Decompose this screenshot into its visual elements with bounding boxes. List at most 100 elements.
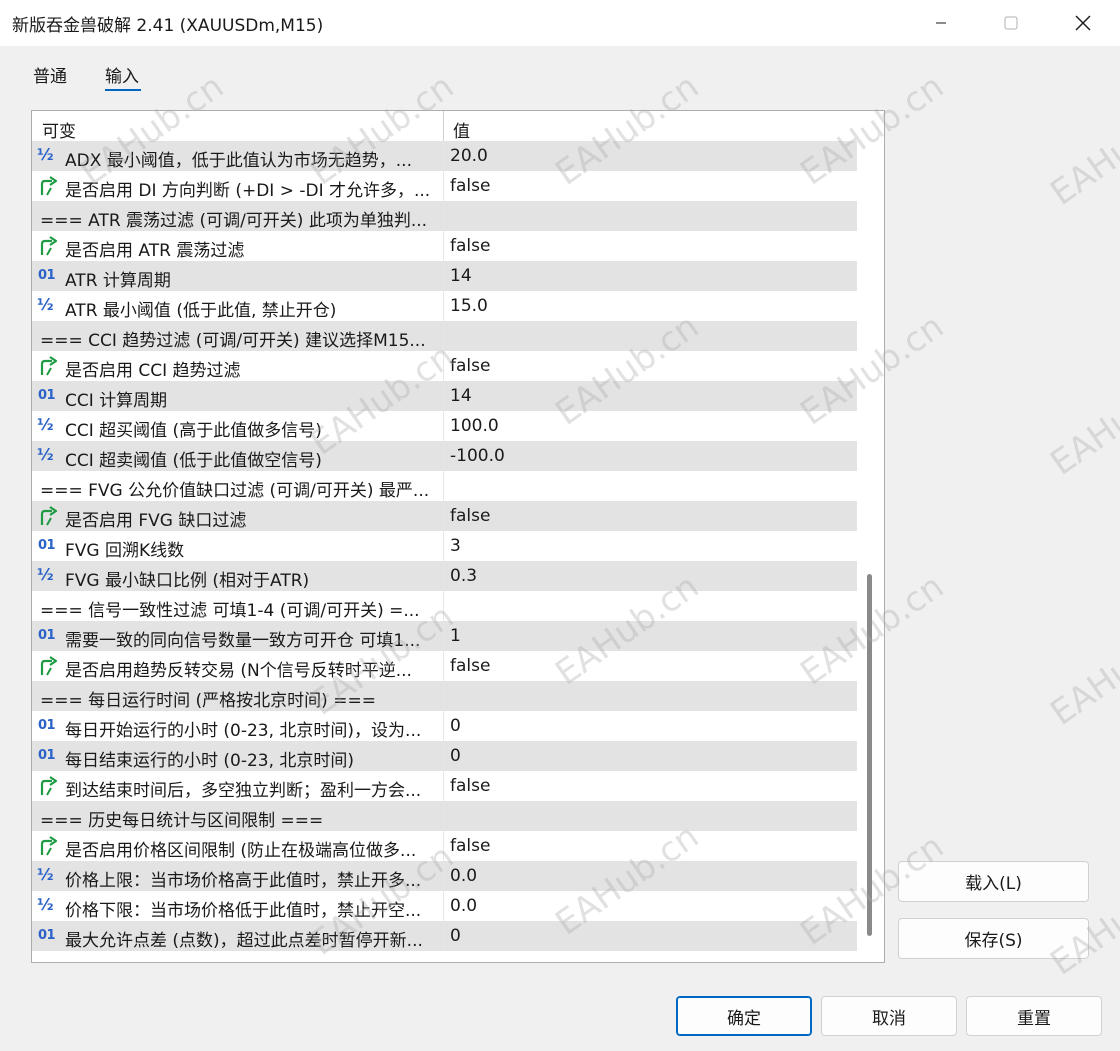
param-name: CCI 超买阈值 (高于此值做多信号): [65, 421, 322, 441]
reset-button[interactable]: 重置: [966, 996, 1102, 1036]
title-bar: 新版吞金兽破解 2.41 (XAUUSDm,M15): [0, 0, 1120, 46]
param-value[interactable]: 14: [450, 266, 472, 286]
param-value[interactable]: 0: [450, 716, 461, 736]
param-name: 是否启用价格区间限制 (防止在极端高位做多...: [65, 841, 417, 861]
param-value[interactable]: false: [450, 176, 490, 196]
param-row[interactable]: ½ 价格下限：当市场价格低于此值时，禁止开空... 0.0: [32, 891, 857, 921]
param-value[interactable]: 100.0: [450, 416, 499, 436]
param-row[interactable]: ½ ATR 最小阈值 (低于此值, 禁止开仓) 15.0: [32, 291, 857, 321]
param-row[interactable]: 01 每日开始运行的小时 (0-23, 北京时间)，设为... 0: [32, 711, 857, 741]
param-row[interactable]: 01 ATR 计算周期 14: [32, 261, 857, 291]
integer-type-icon: 01: [38, 268, 56, 283]
section-label: === 信号一致性过滤 可填1-4 (可调/可开关) =...: [40, 601, 420, 621]
param-value[interactable]: 0.0: [450, 866, 477, 886]
param-row[interactable]: 01 CCI 计算周期 14: [32, 381, 857, 411]
section-row[interactable]: === ATR 震荡过滤 (可调/可开关) 此项为单独判...: [32, 201, 857, 231]
cell-divider: [443, 591, 444, 621]
section-row[interactable]: === 历史每日统计与区间限制 ===: [32, 801, 857, 831]
bool-arrow-icon: [37, 505, 59, 527]
minimize-button[interactable]: [906, 0, 976, 46]
cell-divider: [443, 291, 444, 321]
param-value[interactable]: 0: [450, 926, 461, 946]
param-value[interactable]: 1: [450, 626, 461, 646]
param-name: CCI 超卖阈值 (低于此值做空信号): [65, 451, 322, 471]
param-value[interactable]: 0.0: [450, 896, 477, 916]
param-value[interactable]: false: [450, 356, 490, 376]
param-value[interactable]: false: [450, 656, 490, 676]
param-row[interactable]: 01 最大允许点差 (点数)，超过此点差时暂停开新... 0: [32, 921, 857, 951]
bool-arrow-icon: [37, 355, 59, 377]
param-name: 每日开始运行的小时 (0-23, 北京时间)，设为...: [65, 721, 422, 741]
cell-divider: [443, 831, 444, 861]
param-name: 需要一致的同向信号数量一致方可开仓 可填1...: [65, 631, 421, 651]
inputs-grid: 可变 值 ½ ADX 最小阈值，低于此值认为市场无趋势，... 20.0 是否启用 D…: [31, 110, 885, 963]
param-value[interactable]: -100.0: [450, 446, 505, 466]
param-name: ATR 最小阈值 (低于此值, 禁止开仓): [65, 301, 337, 321]
param-name: ATR 计算周期: [65, 271, 171, 291]
section-row[interactable]: === CCI 趋势过滤 (可调/可开关) 建议选择M15...: [32, 321, 857, 351]
param-row[interactable]: 是否启用 FVG 缺口过滤 false: [32, 501, 857, 531]
param-row[interactable]: 01 需要一致的同向信号数量一致方可开仓 可填1... 1: [32, 621, 857, 651]
cell-divider: [443, 261, 444, 291]
param-row[interactable]: ½ 价格上限：当市场价格高于此值时，禁止开多... 0.0: [32, 861, 857, 891]
double-type-icon: ½: [37, 415, 54, 434]
cell-divider: [443, 891, 444, 921]
param-row[interactable]: 是否启用 CCI 趋势过滤 false: [32, 351, 857, 381]
param-value[interactable]: false: [450, 836, 490, 856]
save-button[interactable]: 保存(S): [898, 918, 1089, 959]
param-value[interactable]: 3: [450, 536, 461, 556]
param-name: CCI 计算周期: [65, 391, 168, 411]
param-value[interactable]: false: [450, 506, 490, 526]
param-value[interactable]: false: [450, 776, 490, 796]
param-name: 最大允许点差 (点数)，超过此点差时暂停开新...: [65, 931, 423, 951]
cell-divider: [443, 861, 444, 891]
cell-divider: [443, 381, 444, 411]
param-name: 价格上限：当市场价格高于此值时，禁止开多...: [65, 871, 422, 891]
close-button[interactable]: [1048, 0, 1118, 46]
integer-type-icon: 01: [38, 538, 56, 553]
param-value[interactable]: 0: [450, 746, 461, 766]
column-divider[interactable]: [443, 111, 444, 141]
double-type-icon: ½: [37, 865, 54, 884]
param-value[interactable]: 15.0: [450, 296, 488, 316]
param-value[interactable]: 14: [450, 386, 472, 406]
param-value[interactable]: 20.0: [450, 146, 488, 166]
double-type-icon: ½: [37, 895, 54, 914]
param-row[interactable]: ½ FVG 最小缺口比例 (相对于ATR) 0.3: [32, 561, 857, 591]
ok-button[interactable]: 确定: [676, 996, 812, 1036]
param-value[interactable]: false: [450, 236, 490, 256]
param-row[interactable]: 01 每日结束运行的小时 (0-23, 北京时间) 0: [32, 741, 857, 771]
cell-divider: [443, 651, 444, 681]
tab-general[interactable]: 普通: [33, 62, 67, 87]
param-row[interactable]: 是否启用 DI 方向判断 (+DI > -DI 才允许多，... false: [32, 171, 857, 201]
scrollbar-thumb[interactable]: [867, 574, 872, 936]
param-row[interactable]: 是否启用价格区间限制 (防止在极端高位做多... false: [32, 831, 857, 861]
param-row[interactable]: ½ CCI 超买阈值 (高于此值做多信号) 100.0: [32, 411, 857, 441]
section-label: === CCI 趋势过滤 (可调/可开关) 建议选择M15...: [40, 331, 426, 351]
section-row[interactable]: === FVG 公允价值缺口过滤 (可调/可开关) 最严...: [32, 471, 857, 501]
column-header-value[interactable]: 值: [453, 117, 470, 142]
maximize-button[interactable]: [976, 0, 1046, 46]
param-name: 是否启用 CCI 趋势过滤: [65, 361, 241, 381]
cell-divider: [443, 321, 444, 351]
integer-type-icon: 01: [38, 718, 56, 733]
window-title: 新版吞金兽破解 2.41 (XAUUSDm,M15): [12, 16, 324, 36]
section-row[interactable]: === 信号一致性过滤 可填1-4 (可调/可开关) =...: [32, 591, 857, 621]
load-button[interactable]: 载入(L): [898, 861, 1089, 902]
cell-divider: [443, 141, 444, 171]
param-value[interactable]: 0.3: [450, 566, 477, 586]
param-row[interactable]: ½ CCI 超卖阈值 (低于此值做空信号) -100.0: [32, 441, 857, 471]
param-row[interactable]: 到达结束时间后，多空独立判断；盈利一方会... false: [32, 771, 857, 801]
param-row[interactable]: 01 FVG 回溯K线数 3: [32, 531, 857, 561]
cancel-button[interactable]: 取消: [821, 996, 957, 1036]
cell-divider: [443, 411, 444, 441]
param-row[interactable]: 是否启用 ATR 震荡过滤 false: [32, 231, 857, 261]
param-row[interactable]: ½ ADX 最小阈值，低于此值认为市场无趋势，... 20.0: [32, 141, 857, 171]
bool-arrow-icon: [37, 775, 59, 797]
column-header-variable[interactable]: 可变: [42, 117, 76, 142]
section-label: === ATR 震荡过滤 (可调/可开关) 此项为单独判...: [40, 211, 428, 231]
section-row[interactable]: === 每日运行时间 (严格按北京时间) ===: [32, 681, 857, 711]
param-row[interactable]: 是否启用趋势反转交易 (N个信号反转时平逆... false: [32, 651, 857, 681]
tab-inputs[interactable]: 输入: [105, 62, 139, 87]
close-icon: [1075, 15, 1091, 31]
